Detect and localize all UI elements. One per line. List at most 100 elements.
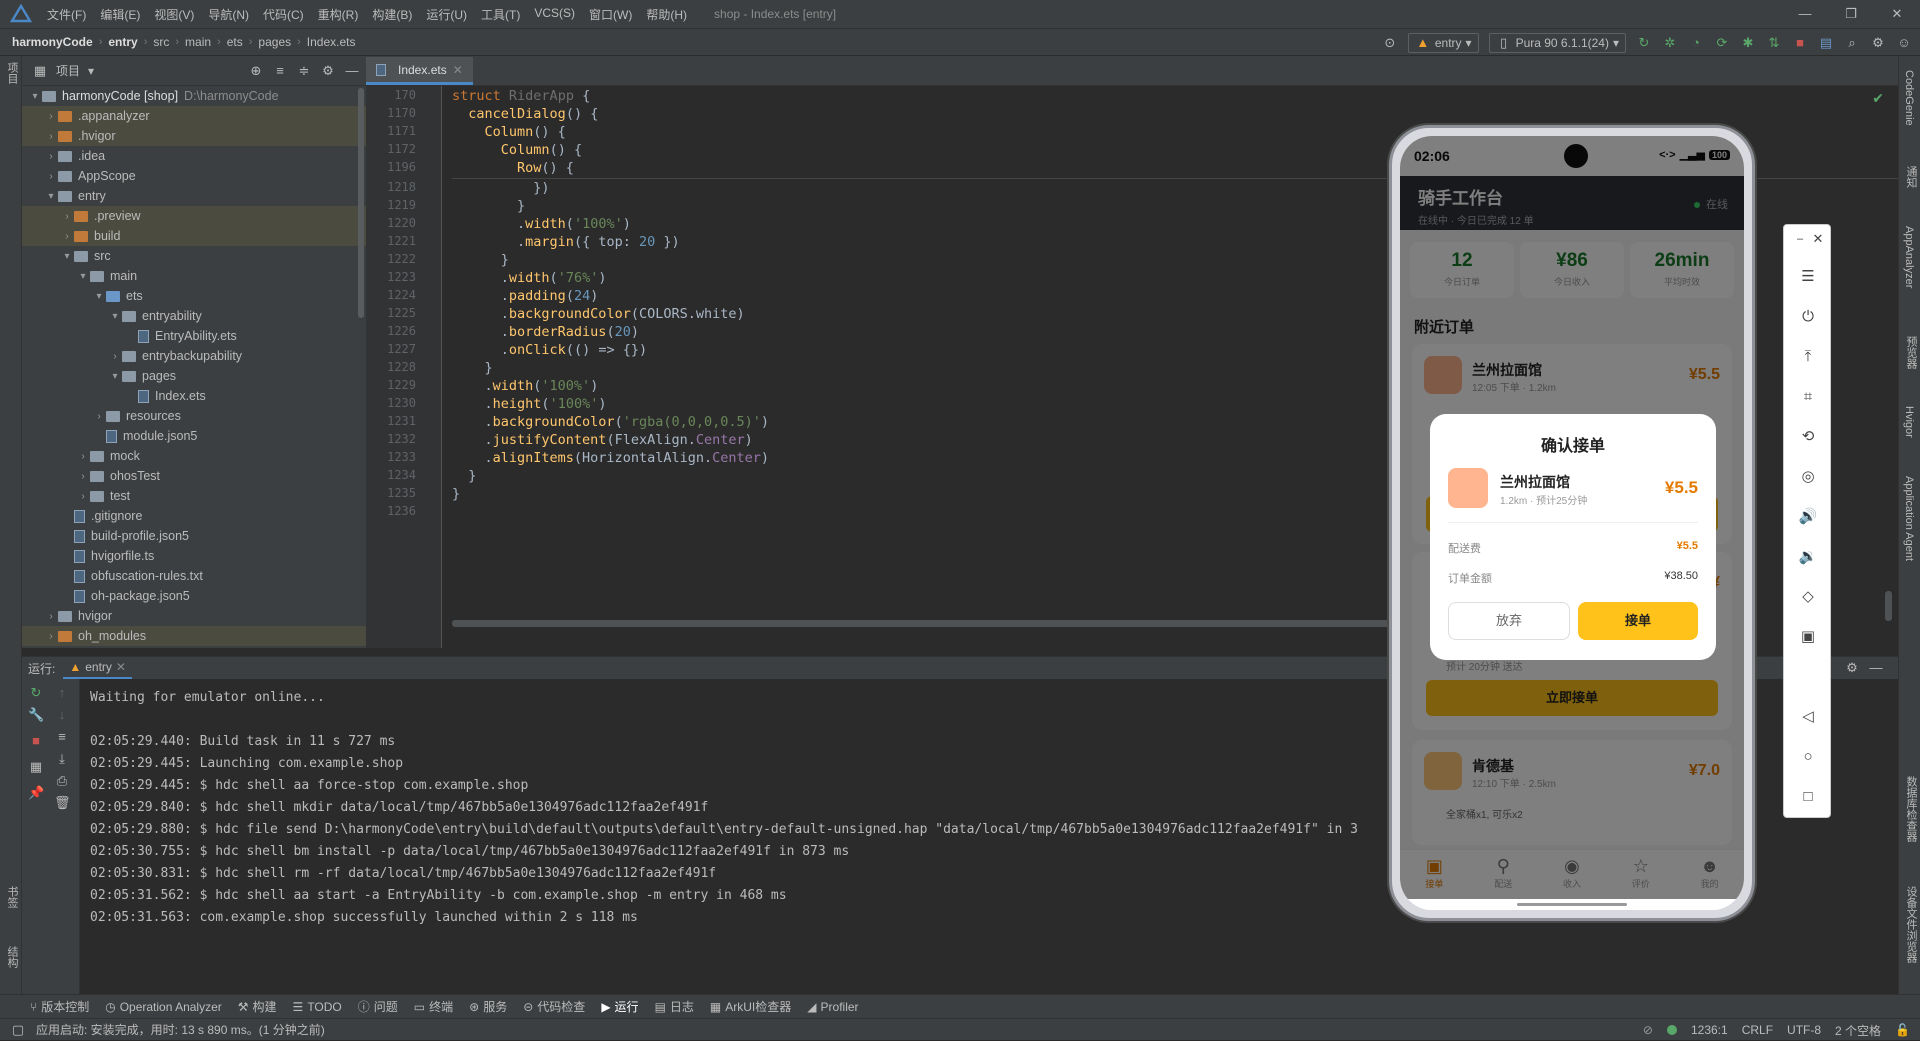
hide-icon[interactable]: — xyxy=(1868,660,1884,676)
soft-wrap-icon[interactable]: ≡ xyxy=(54,729,70,745)
chevron-right-icon[interactable]: › xyxy=(44,151,58,162)
tree-node[interactable]: ▾ entry xyxy=(22,186,366,206)
bottom-tool-button[interactable]: ☰ TODO xyxy=(293,1000,342,1014)
bottom-tool-button[interactable]: ◷ Operation Analyzer xyxy=(105,1000,222,1014)
chevron-down-icon[interactable]: ▾ xyxy=(28,91,42,102)
close-tab-icon[interactable]: ✕ xyxy=(116,660,126,674)
home-icon[interactable]: ○ xyxy=(1796,745,1820,769)
tree-node[interactable]: › entrybackupability xyxy=(22,346,366,366)
tree-node[interactable]: obfuscation-rules.txt xyxy=(22,566,366,586)
chevron-down-icon[interactable]: ▾ xyxy=(88,64,94,78)
pin-icon[interactable]: 📌 xyxy=(28,785,44,801)
chevron-down-icon[interactable]: ▾ xyxy=(76,271,90,282)
profile-icon[interactable]: ◔ xyxy=(1688,35,1704,51)
chevron-down-icon[interactable]: ▾ xyxy=(60,251,74,262)
tree-node[interactable]: › mock xyxy=(22,446,366,466)
close-icon[interactable]: ✕ xyxy=(1806,227,1830,251)
bottom-tool-button[interactable]: ⊝ 代码检查 xyxy=(523,998,585,1015)
up-icon[interactable]: ↑ xyxy=(54,685,70,701)
code-line[interactable]: } xyxy=(452,198,525,214)
sticky-code-line[interactable]: Column() { xyxy=(452,142,582,158)
tree-node[interactable]: ▾ pages xyxy=(22,366,366,386)
down-icon[interactable]: ↓ xyxy=(54,707,70,723)
home-indicator[interactable] xyxy=(1400,899,1744,910)
chevron-right-icon[interactable]: › xyxy=(92,411,106,422)
back-icon[interactable]: ◁ xyxy=(1796,705,1820,729)
no-problem-icon[interactable]: ⊘ xyxy=(1643,1023,1653,1037)
code-line[interactable]: .onClick(() => {}) xyxy=(452,342,647,358)
tree-node[interactable]: › .appanalyzer xyxy=(22,106,366,126)
pin-top-icon[interactable]: ⤒ xyxy=(1796,345,1820,369)
file-encoding[interactable]: UTF-8 xyxy=(1787,1023,1821,1037)
indent-setting[interactable]: 2 个空格 xyxy=(1835,1022,1881,1039)
dialog-accept-button[interactable]: 接单 xyxy=(1578,602,1698,640)
tree-node[interactable]: Index.ets xyxy=(22,386,366,406)
record-icon[interactable]: ◎ xyxy=(1796,465,1820,489)
tree-node[interactable]: › resources xyxy=(22,406,366,426)
tree-node[interactable]: › .idea xyxy=(22,146,366,166)
trash-icon[interactable]: 🗑 xyxy=(54,795,71,811)
bottom-tool-button[interactable]: ▦ ArkUI检查器 xyxy=(710,998,791,1015)
code-line[interactable]: .margin({ top: 20 }) xyxy=(452,234,680,250)
code-line[interactable]: .height('100%') xyxy=(452,396,607,412)
chevron-right-icon[interactable]: › xyxy=(44,131,58,142)
tree-node[interactable]: .gitignore xyxy=(22,506,366,526)
menu-item[interactable]: VCS(S) xyxy=(527,6,582,23)
menu-item[interactable]: 代码(C) xyxy=(256,6,311,23)
lock-icon[interactable]: 🔓 xyxy=(1895,1023,1910,1037)
locate-icon[interactable]: ⊕ xyxy=(248,63,264,79)
tree-node[interactable]: ▾ main xyxy=(22,266,366,286)
tree-node[interactable]: ▾ ets xyxy=(22,286,366,306)
run-tab-entry[interactable]: ▲ entry ✕ xyxy=(63,657,132,679)
sticky-code-line[interactable]: struct RiderApp { xyxy=(452,88,590,104)
tree-node[interactable]: build-profile.json5 xyxy=(22,526,366,546)
code-line[interactable]: .backgroundColor('rgba(0,0,0,0.5)') xyxy=(452,414,770,430)
tree-node[interactable]: ▾ entryability xyxy=(22,306,366,326)
breadcrumb-item[interactable]: Index.ets xyxy=(307,35,356,49)
chevron-right-icon[interactable]: › xyxy=(44,171,58,182)
gear-icon[interactable]: ⚙ xyxy=(320,63,336,79)
breadcrumb-item[interactable]: ets xyxy=(227,35,243,49)
tree-node[interactable]: › build xyxy=(22,226,366,246)
stripe-project[interactable]: 项目 xyxy=(4,62,20,84)
run-config-select[interactable]: ▲ entry ▾ xyxy=(1407,33,1479,53)
stripe-bookmarks[interactable]: 书签 xyxy=(4,886,20,908)
tree-node[interactable]: hvigorfile.ts xyxy=(22,546,366,566)
code-line[interactable]: .borderRadius(20) xyxy=(452,324,639,340)
scroll-to-end-icon[interactable]: ⤓ xyxy=(54,751,70,767)
code-line[interactable]: } xyxy=(452,252,509,268)
stop-icon[interactable]: ■ xyxy=(1792,35,1808,51)
tree-node[interactable]: ▾ harmonyCode [shop] D:\harmonyCode xyxy=(22,86,366,106)
chevron-down-icon[interactable]: ▾ xyxy=(108,371,122,382)
bottom-tool-button[interactable]: ⓘ 问题 xyxy=(358,998,398,1015)
code-line[interactable]: .justifyContent(FlexAlign.Center) xyxy=(452,432,753,448)
line-separator[interactable]: CRLF xyxy=(1742,1023,1773,1037)
tree-node[interactable]: oh-package.json5 xyxy=(22,586,366,606)
stripe-previewer[interactable]: 预览器 xyxy=(1903,336,1919,369)
crop-icon[interactable]: ⌗ xyxy=(1796,385,1820,409)
sticky-code-line[interactable]: cancelDialog() { xyxy=(452,106,598,122)
confirm-dialog[interactable]: 确认接单 兰州拉面馆 1.2km · 预计25分钟 ¥5.5 配送费 ¥5.5 … xyxy=(1430,414,1716,660)
account-icon[interactable]: ☺ xyxy=(1896,35,1912,51)
tree-node[interactable]: › .hvigor xyxy=(22,126,366,146)
tree-node[interactable]: › ohosTest xyxy=(22,466,366,486)
bottom-tool-button[interactable]: ◢ Profiler xyxy=(807,1000,858,1014)
reload-icon[interactable]: ⟳ xyxy=(1714,35,1730,51)
tree-scrollbar[interactable] xyxy=(358,88,364,318)
code-line[interactable]: }) xyxy=(452,180,549,196)
rerun-icon[interactable]: ↻ xyxy=(1636,35,1652,51)
code-line[interactable]: } xyxy=(452,468,476,484)
chevron-down-icon[interactable]: ▾ xyxy=(44,191,58,202)
tree-node[interactable]: › hvigor xyxy=(22,606,366,626)
rerun-icon[interactable]: ↻ xyxy=(28,685,44,701)
device-select[interactable]: ▯ Pura 90 6.1.1(24) ▾ xyxy=(1488,33,1626,53)
stop-icon[interactable]: ■ xyxy=(28,733,44,749)
volume-down-icon[interactable]: 🔉 xyxy=(1796,545,1820,569)
hide-icon[interactable]: — xyxy=(344,63,360,79)
menu-item[interactable]: 编辑(E) xyxy=(93,6,147,23)
print-icon[interactable]: ⎙ xyxy=(54,773,70,789)
tree-node[interactable]: › test xyxy=(22,486,366,506)
rotate-icon[interactable]: ⟲ xyxy=(1796,425,1820,449)
stripe-structure[interactable]: 结构 xyxy=(4,946,20,968)
chevron-right-icon[interactable]: › xyxy=(76,491,90,502)
